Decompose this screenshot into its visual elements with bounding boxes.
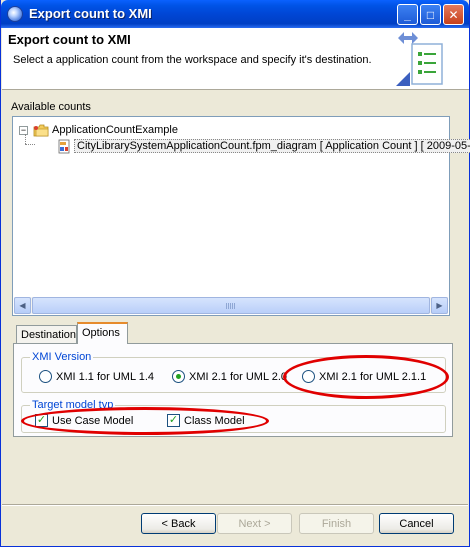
radio-xmi-2-1-uml-2-0[interactable]: XMI 2.1 for UML 2.0 <box>172 370 287 383</box>
target-model-group: Target model typ ✓ Use Case Model ✓ Clas… <box>21 399 446 433</box>
close-icon: ✕ <box>448 7 459 22</box>
wizard-banner: Export count to XMI Select a application… <box>2 28 469 90</box>
radio-xmi-2-1-uml-2-0-label: XMI 2.1 for UML 2.0 <box>189 370 288 383</box>
diagram-file-icon <box>58 139 70 153</box>
checkbox-use-case-model[interactable]: ✓ Use Case Model <box>35 414 133 427</box>
options-panel: XMI Version XMI 1.1 for UML 1.4 XMI 2.1 … <box>13 343 453 437</box>
radio-button-selected-icon[interactable] <box>172 370 185 383</box>
scroll-right-icon: ▶ <box>436 301 443 310</box>
radio-button-icon[interactable] <box>39 370 52 383</box>
scroll-left-button[interactable]: ◀ <box>14 297 31 314</box>
minimize-icon: _ <box>404 7 411 22</box>
tree-item-diagram[interactable]: CityLibrarySystemApplicationCount.fpm_di… <box>57 138 470 154</box>
cancel-button[interactable]: Cancel <box>379 513 454 534</box>
tab-options[interactable]: Options <box>77 322 128 344</box>
counts-tree[interactable]: − ApplicationCountExample CityLibrarySys… <box>12 116 470 316</box>
project-folder-icon <box>33 124 49 136</box>
target-model-label: Target model typ <box>30 399 116 411</box>
title-bar[interactable]: Export count to XMI _ □ ✕ <box>1 0 469 28</box>
maximize-button[interactable]: □ <box>420 4 441 25</box>
close-button[interactable]: ✕ <box>443 4 464 25</box>
radio-xmi-1-1[interactable]: XMI 1.1 for UML 1.4 <box>39 370 154 383</box>
radio-xmi-2-1-uml-2-1-1-label: XMI 2.1 for UML 2.1.1 <box>319 370 427 383</box>
available-counts-label: Available counts <box>11 101 91 113</box>
export-xmi-graphic-icon <box>396 32 443 86</box>
tree-connector-line <box>25 144 35 145</box>
export-dialog: Export count to XMI _ □ ✕ Export count t… <box>0 0 470 547</box>
tab-destination[interactable]: Destination <box>16 325 77 343</box>
wizard-description: Select a application count from the work… <box>13 54 372 66</box>
window-title: Export count to XMI <box>29 6 152 21</box>
finish-button[interactable]: Finish <box>299 513 374 534</box>
wizard-title: Export count to XMI <box>8 32 131 47</box>
collapse-icon[interactable]: − <box>19 125 28 135</box>
radio-xmi-2-1-uml-2-1-1[interactable]: XMI 2.1 for UML 2.1.1 <box>302 370 426 383</box>
tree-item-root[interactable]: − ApplicationCountExample <box>19 122 178 138</box>
radio-button-icon[interactable] <box>302 370 315 383</box>
xmi-version-group: XMI Version XMI 1.1 for UML 1.4 XMI 2.1 … <box>21 351 446 393</box>
maximize-icon: □ <box>426 7 435 22</box>
back-button[interactable]: < Back <box>141 513 216 534</box>
checkbox-checked-icon[interactable]: ✓ <box>167 414 180 427</box>
app-icon <box>7 6 23 22</box>
tree-connector-line <box>25 134 26 144</box>
button-bar-separator <box>2 504 468 506</box>
scroll-right-button[interactable]: ▶ <box>431 297 448 314</box>
tree-item-diagram-label: CityLibrarySystemApplicationCount.fpm_di… <box>74 139 470 153</box>
checkbox-class-model-label: Class Model <box>184 414 245 427</box>
tree-horizontal-scrollbar[interactable]: ◀ ▶ <box>14 297 448 314</box>
radio-xmi-1-1-label: XMI 1.1 for UML 1.4 <box>56 370 155 383</box>
scrollbar-thumb[interactable] <box>32 297 430 314</box>
minimize-button[interactable]: _ <box>397 4 418 25</box>
tree-item-root-label: ApplicationCountExample <box>52 124 178 136</box>
checkbox-checked-icon[interactable]: ✓ <box>35 414 48 427</box>
checkbox-class-model[interactable]: ✓ Class Model <box>167 414 245 427</box>
next-button[interactable]: Next > <box>217 513 292 534</box>
xmi-version-label: XMI Version <box>30 351 94 363</box>
checkbox-use-case-model-label: Use Case Model <box>52 414 134 427</box>
scroll-left-icon: ◀ <box>19 301 26 310</box>
scrollbar-grip-icon <box>226 303 236 309</box>
